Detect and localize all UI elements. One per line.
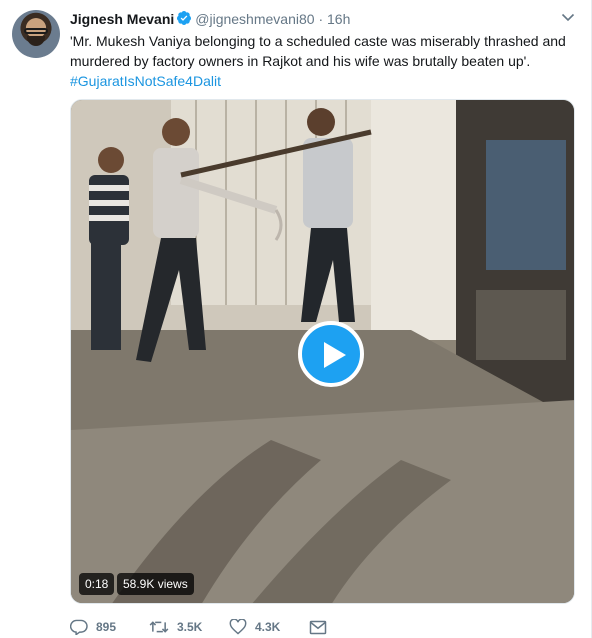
direct-message-button[interactable]	[309, 620, 335, 635]
reply-button[interactable]: 895	[70, 619, 149, 635]
separator: ·	[318, 11, 324, 27]
heart-icon	[229, 619, 247, 635]
play-icon	[324, 342, 346, 368]
retweet-button[interactable]: 3.5K	[149, 619, 229, 635]
avatar[interactable]	[12, 10, 60, 58]
author-name[interactable]: Jignesh Mevani	[70, 11, 174, 27]
video-duration: 0:18	[79, 573, 115, 595]
play-button[interactable]	[298, 321, 364, 387]
timestamp[interactable]: 16h	[327, 11, 350, 27]
retweet-count: 3.5K	[177, 620, 203, 634]
tweet-actions: 895 3.5K 4.3K	[70, 616, 335, 638]
verified-badge-icon	[176, 10, 192, 30]
like-button[interactable]: 4.3K	[229, 619, 309, 635]
retweet-icon	[149, 621, 169, 633]
chevron-down-icon[interactable]	[561, 12, 575, 22]
avatar-glasses	[24, 28, 48, 34]
hashtag-link[interactable]: #GujaratIsNotSafe4Dalit	[70, 73, 221, 89]
tweet-text-block: 'Mr. Mukesh Vaniya belonging to a schedu…	[70, 31, 570, 91]
like-count: 4.3K	[255, 620, 281, 634]
video-player[interactable]: 0:18 58.9K views	[70, 99, 575, 604]
reply-icon	[70, 619, 88, 635]
avatar-beard	[27, 36, 45, 46]
author-handle[interactable]: @jigneshmevani80	[195, 11, 314, 27]
video-views: 58.9K views	[117, 573, 194, 595]
reply-count: 895	[96, 620, 117, 634]
tweet-card[interactable]: Jignesh Mevani @jigneshmevani80 · 16h 'Mr…	[0, 0, 592, 638]
tweet-text: 'Mr. Mukesh Vaniya belonging to a schedu…	[70, 33, 566, 69]
tweet-header: Jignesh Mevani @jigneshmevani80 · 16h	[70, 10, 350, 30]
envelope-icon	[309, 620, 327, 634]
